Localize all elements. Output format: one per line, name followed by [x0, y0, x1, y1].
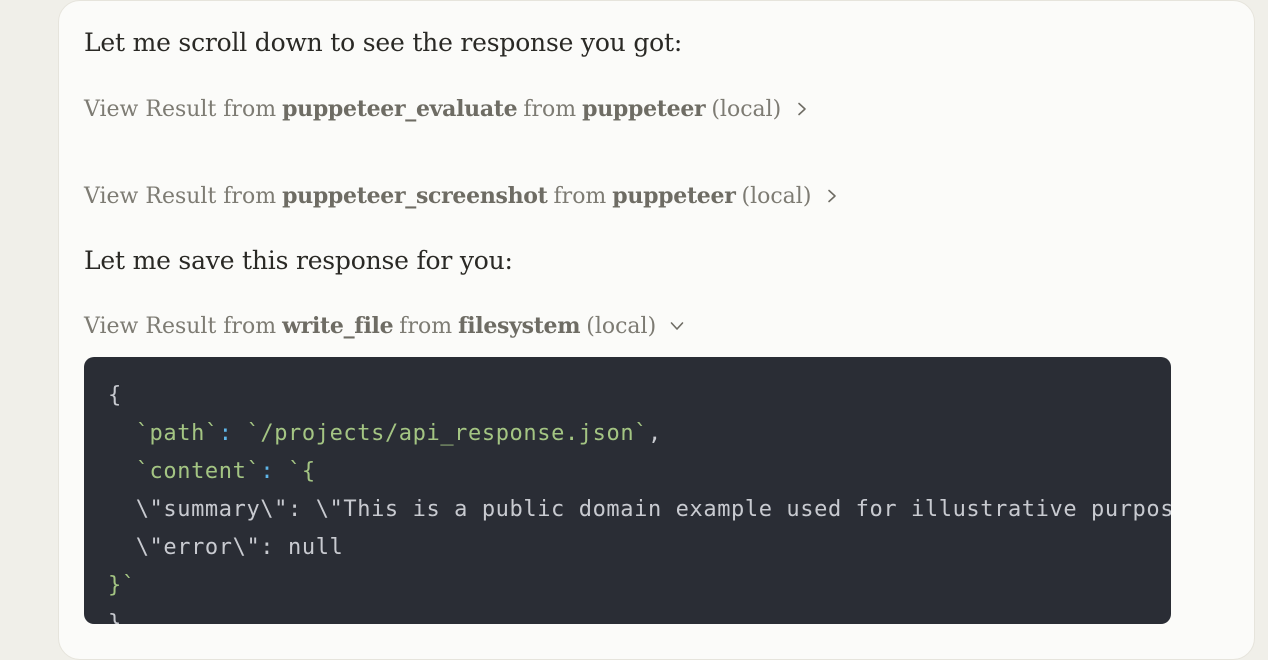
- tool-result-prefix: View Result from: [84, 313, 277, 339]
- code-line: }: [108, 611, 122, 624]
- chevron-right-icon[interactable]: [825, 189, 839, 203]
- code-key: `content`: [135, 459, 261, 484]
- code-line: }`: [108, 573, 136, 598]
- tool-name: puppeteer_evaluate: [282, 96, 518, 122]
- code-string: `{: [288, 459, 316, 484]
- tool-result-from: from: [399, 313, 453, 339]
- code-line: \"error\": null: [135, 535, 344, 560]
- code-line: `path`: `/projects/api_response.json`,: [135, 421, 662, 446]
- tool-result-from: from: [553, 183, 607, 209]
- code-block-tool-input: { `path`: `/projects/api_response.json`,…: [84, 357, 1171, 624]
- code-line: \"summary\": \"This is a public domain e…: [135, 497, 1171, 522]
- tool-result-write-file[interactable]: View Result from write_file from filesys…: [84, 313, 684, 339]
- chevron-down-icon[interactable]: [670, 319, 684, 333]
- server-name: filesystem: [458, 313, 581, 339]
- tool-result-puppeteer-evaluate[interactable]: View Result from puppeteer_evaluate from…: [84, 96, 809, 122]
- tool-result-from: from: [523, 96, 577, 122]
- server-scope: (local): [711, 96, 782, 122]
- chevron-right-icon[interactable]: [795, 102, 809, 116]
- assistant-text-save: Let me save this response for you:: [84, 246, 513, 275]
- server-scope: (local): [586, 313, 657, 339]
- tool-result-prefix: View Result from: [84, 183, 277, 209]
- tool-result-puppeteer-screenshot[interactable]: View Result from puppeteer_screenshot fr…: [84, 183, 839, 209]
- code-line: `content`: `{: [135, 459, 316, 484]
- assistant-text-scroll: Let me scroll down to see the response y…: [84, 28, 683, 57]
- server-name: puppeteer: [612, 183, 736, 209]
- tool-name: write_file: [282, 313, 394, 339]
- tool-name: puppeteer_screenshot: [282, 183, 548, 209]
- tool-result-prefix: View Result from: [84, 96, 277, 122]
- server-scope: (local): [741, 183, 812, 209]
- code-line: {: [108, 383, 122, 408]
- code-key: `path`: [135, 421, 219, 446]
- server-name: puppeteer: [582, 96, 706, 122]
- code-string: `/projects/api_response.json`: [246, 421, 649, 446]
